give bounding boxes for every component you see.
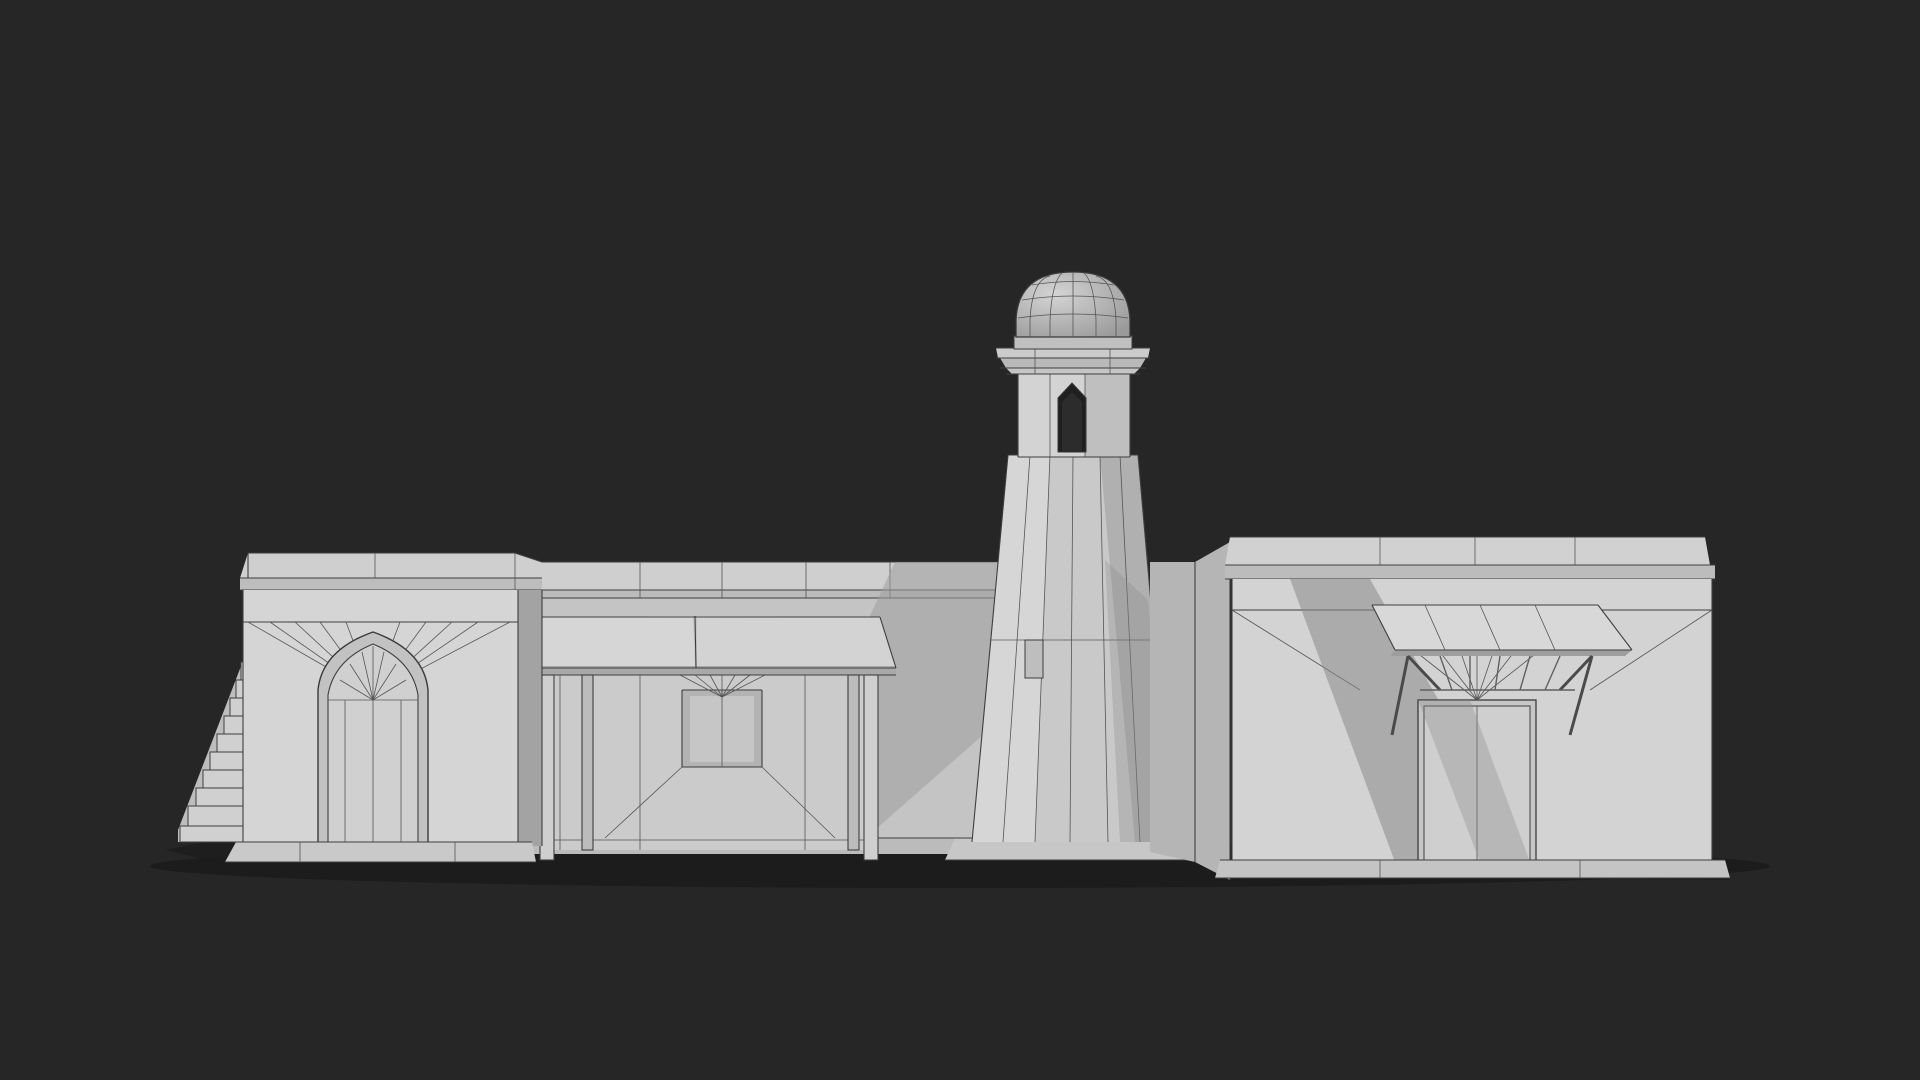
minaret-dome [1015, 271, 1131, 338]
porch-back-wall [545, 670, 870, 850]
porch-post [848, 675, 859, 850]
tower-window [1024, 639, 1044, 679]
porch-post [864, 675, 878, 860]
right-house [1150, 536, 1730, 880]
render-viewport [0, 0, 1920, 1080]
porch-post [582, 675, 593, 850]
left-house [225, 552, 543, 863]
